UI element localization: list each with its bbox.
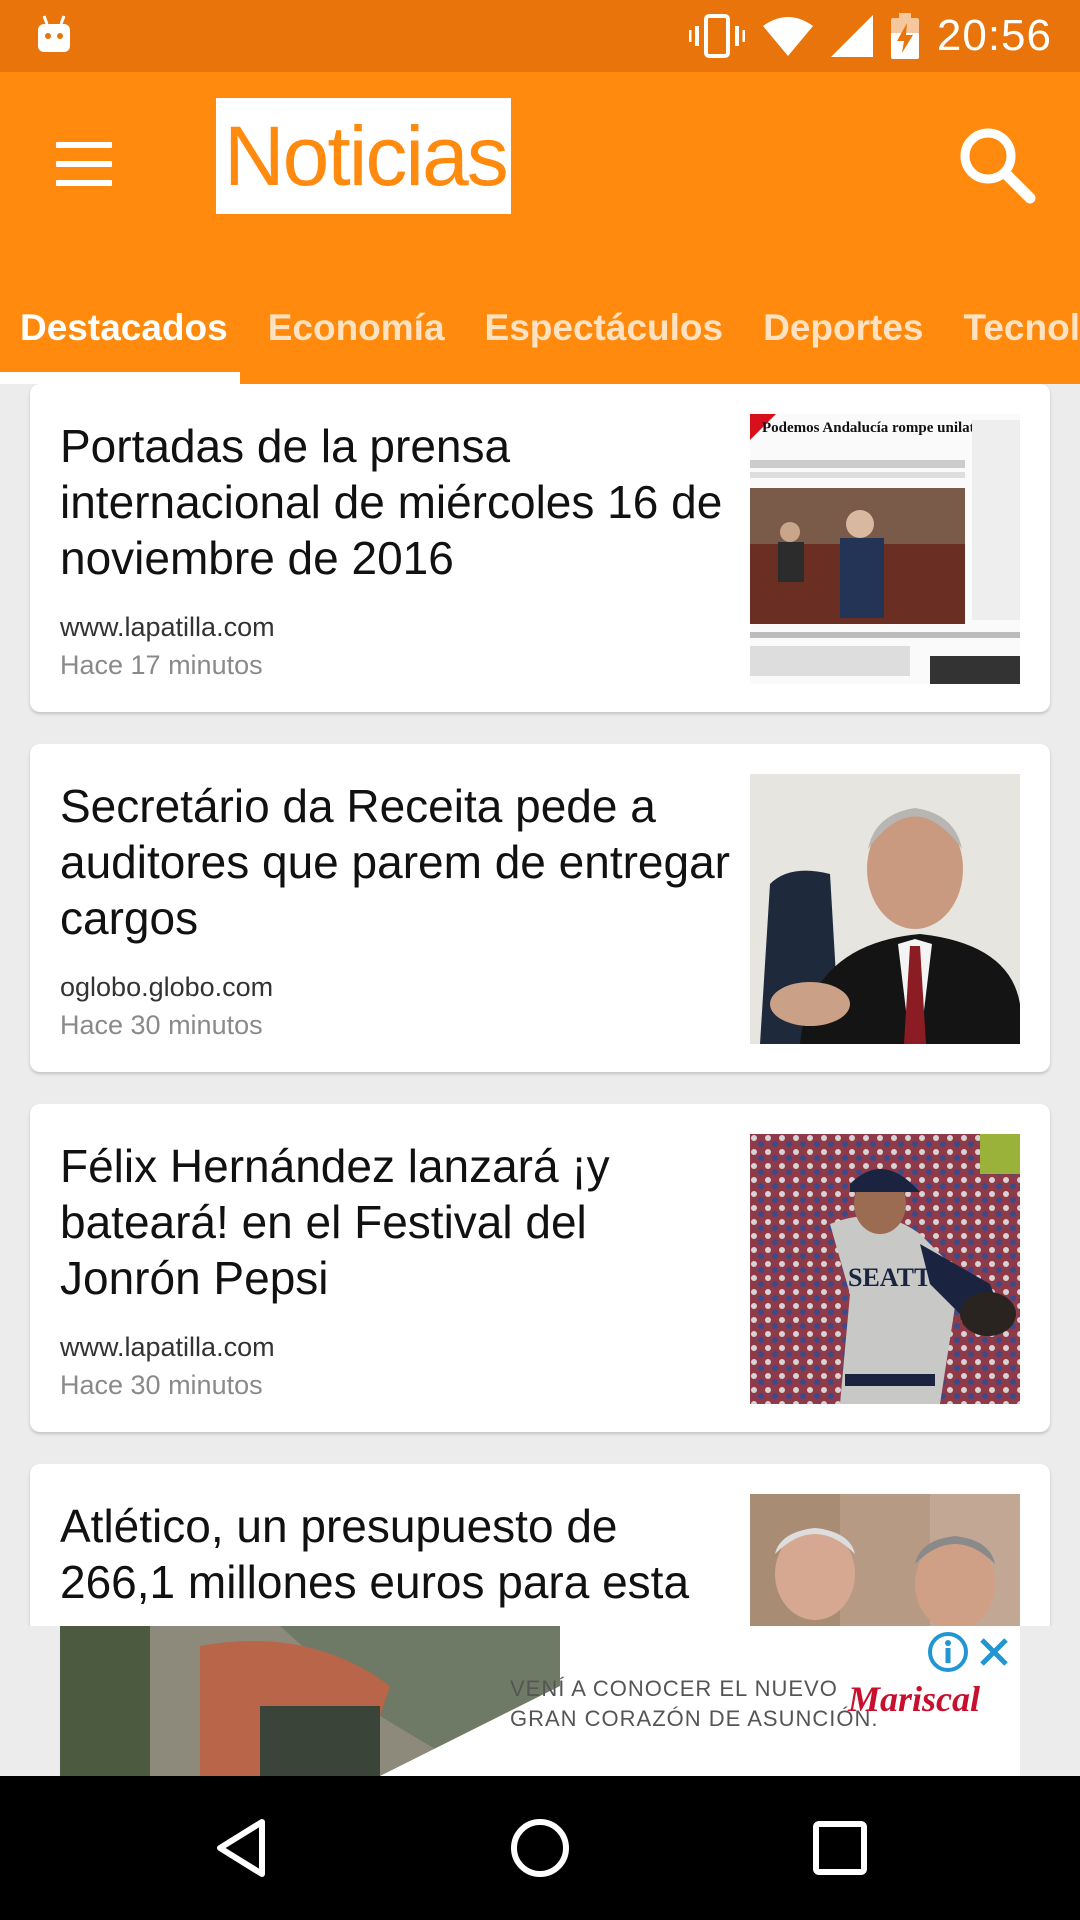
active-tab-indicator	[0, 372, 240, 384]
ad-text: VENÍ A CONOCER EL NUEVO GRAN CORAZÓN DE …	[510, 1674, 878, 1734]
ad-image	[60, 1626, 560, 1776]
news-card[interactable]: Félix Hernández lanzará ¡y bateará! en e…	[30, 1104, 1050, 1432]
menu-icon-line	[56, 161, 112, 167]
news-card[interactable]: Secretário da Receita pede a auditores q…	[30, 744, 1050, 1072]
tab-tecnologia[interactable]: Tecnología	[944, 272, 1080, 384]
ad-text-line1: VENÍ A CONOCER EL NUEVO	[510, 1676, 838, 1701]
news-title: Atlético, un presupuesto de 266,1 millon…	[60, 1500, 690, 1608]
news-time: Hace 17 minutos	[60, 650, 263, 680]
app-logo: Feed Noticias	[216, 98, 511, 577]
menu-icon-line	[56, 180, 112, 186]
home-icon[interactable]	[504, 1812, 576, 1884]
ad-brand: Mariscal	[847, 1679, 980, 1719]
news-thumbnail-baseball: SEATTLE	[750, 1134, 1020, 1404]
vibrate-icon	[688, 14, 745, 58]
battery-charging-icon	[890, 13, 919, 59]
wifi-icon	[762, 17, 813, 56]
news-time: Hace 30 minutos	[60, 1010, 263, 1040]
news-thumbnail-newspaper: Podemos Andalucía rompe unilateralmente …	[750, 414, 1020, 684]
jersey-text: SEATTLE	[848, 1263, 966, 1292]
system-navigation-bar	[0, 1776, 1080, 1920]
tab-espectaculos[interactable]: Espectáculos	[465, 272, 744, 384]
ad-text-line2: GRAN CORAZÓN DE ASUNCIÓN.	[510, 1706, 879, 1731]
menu-icon-line	[56, 142, 112, 148]
android-notification-icon	[38, 15, 70, 52]
news-card[interactable]: Portadas de la prensa internacional de m…	[30, 384, 1050, 712]
ad-banner[interactable]: VENÍ A CONOCER EL NUEVO GRAN CORAZÓN DE …	[60, 1626, 1020, 1776]
ad-info-icon[interactable]	[926, 1630, 970, 1674]
news-title: Félix Hernández lanzará ¡y bateará! en e…	[60, 1140, 610, 1304]
news-feed[interactable]: Portadas de la prensa internacional de m…	[0, 384, 1080, 1626]
category-tabs: Destacados Economía Espectáculos Deporte…	[0, 272, 1080, 384]
logo-noticias: Noticias	[216, 98, 511, 214]
tab-economia[interactable]: Economía	[248, 272, 465, 384]
news-source: oglobo.globo.com	[60, 972, 274, 1002]
recents-icon[interactable]	[804, 1812, 876, 1884]
news-thumbnail-portrait	[750, 774, 1020, 1044]
news-thumbnail-meeting	[750, 1494, 1020, 1626]
tab-destacados[interactable]: Destacados	[0, 272, 248, 384]
news-title: Portadas de la prensa internacional de m…	[60, 420, 723, 584]
menu-button[interactable]	[40, 120, 128, 208]
news-source: www.lapatilla.com	[60, 612, 275, 642]
app-bar: Feed Noticias Destacados Economía Espect…	[0, 72, 1080, 577]
ad-close-icon[interactable]	[972, 1630, 1016, 1674]
signal-icon	[830, 15, 873, 57]
news-time: Hace 30 minutos	[60, 1370, 263, 1400]
tab-deportes[interactable]: Deportes	[743, 272, 943, 384]
back-icon[interactable]	[206, 1812, 278, 1884]
news-card[interactable]: Atlético, un presupuesto de 266,1 millon…	[30, 1464, 1050, 1626]
status-bar: 20:56	[0, 0, 1080, 72]
news-source: www.lapatilla.com	[60, 1332, 275, 1362]
clock: 20:56	[936, 11, 1052, 60]
news-title: Secretário da Receita pede a auditores q…	[60, 780, 730, 944]
search-icon[interactable]	[948, 116, 1044, 212]
